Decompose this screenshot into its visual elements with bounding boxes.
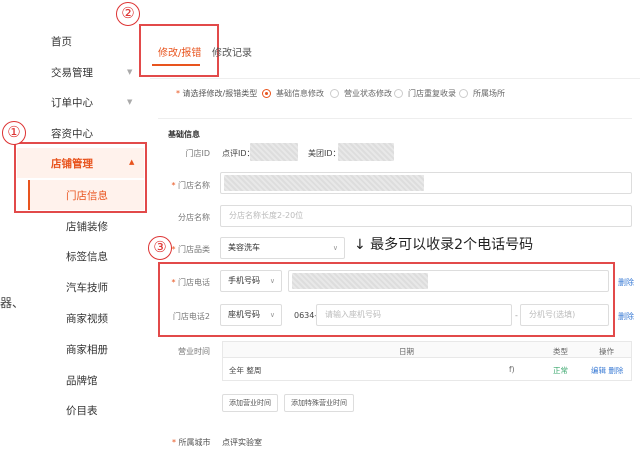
blurred-store-name <box>224 175 424 191</box>
radio-icon <box>330 89 339 98</box>
radio-duplicate-store[interactable]: 门店重复收录 <box>394 88 456 99</box>
ext-separator: - <box>515 311 518 320</box>
store-name-label: * 门店名称 <box>171 181 210 190</box>
annotation-note: ↓ 最多可以收录2个电话号码 <box>354 237 534 253</box>
sidebar-subitem-label: 店铺装修 <box>66 220 108 233</box>
sidebar-subitem-tags[interactable]: 标签信息 <box>0 242 150 270</box>
column-header-type: 类型 <box>553 347 568 356</box>
stray-text: 器、 <box>0 296 25 310</box>
table-row: 全年 整周 f) 正常 编辑 删除 <box>223 358 631 380</box>
radio-basic-info[interactable]: 基础信息修改 <box>262 88 324 99</box>
blurred-meituan-id <box>338 143 394 161</box>
hours-time: f) <box>509 365 515 374</box>
radio-icon <box>459 89 468 98</box>
phone-type-select[interactable]: 手机号码 ∨ <box>220 270 282 292</box>
category-label: * 门店品类 <box>171 245 210 254</box>
blurred-dianping-id <box>250 143 298 161</box>
annotation-box-1 <box>14 142 147 213</box>
sidebar-subitem-decoration[interactable]: 店铺装修 <box>0 212 150 240</box>
sidebar-item-home[interactable]: 首页 <box>0 27 150 55</box>
sidebar-subitem-label: 商家视频 <box>66 312 108 325</box>
add-special-hours-button[interactable]: 添加特殊营业时间 <box>284 394 354 412</box>
sidebar-subitem-prices[interactable]: 价目表 <box>0 396 150 424</box>
delete-phone-link[interactable]: 删除 <box>618 277 634 288</box>
category-value: 美容洗车 <box>228 243 260 252</box>
extension-input[interactable]: 分机号(选填) <box>520 304 609 326</box>
branch-name-label: 分店名称 <box>178 213 210 222</box>
sidebar-item-label: 交易管理 <box>51 66 93 79</box>
radio-label: 营业状态修改 <box>344 89 392 98</box>
hours-table-header: 日期 类型 操作 <box>223 342 631 358</box>
sidebar-subitem-label: 商家相册 <box>66 343 108 356</box>
sidebar-item-label: 订单中心 <box>51 96 93 109</box>
chevron-down-icon: ▼ <box>127 98 133 106</box>
add-hours-button[interactable]: 添加营业时间 <box>222 394 278 412</box>
landline-input[interactable]: 请输入座机号码 <box>316 304 512 326</box>
chevron-down-icon: ▼ <box>127 68 133 76</box>
chevron-down-icon: ∨ <box>332 244 338 252</box>
sidebar-item-orders[interactable]: 订单中心 ▼ <box>0 88 150 116</box>
sidebar-item-trade[interactable]: 交易管理 ▼ <box>0 58 150 86</box>
sidebar-subitem-label: 品牌馆 <box>66 374 98 387</box>
annotation-badge-2: ② <box>116 2 140 26</box>
sidebar: 首页 交易管理 ▼ 订单中心 ▼ 容资中心 店铺管理 ▲ 门店信息 店铺装修 标… <box>0 0 150 456</box>
tab-divider <box>150 78 640 79</box>
radio-venue[interactable]: 所属场所 <box>459 88 505 99</box>
tab-modify-history[interactable]: 修改记录 <box>212 44 252 59</box>
category-select[interactable]: 美容洗车 ∨ <box>220 237 345 259</box>
chevron-down-icon: ∨ <box>269 311 275 319</box>
sidebar-subitem-label: 标签信息 <box>66 250 108 263</box>
phone2-type-select[interactable]: 座机号码 ∨ <box>220 304 282 326</box>
hours-label: 营业时间 <box>178 347 210 356</box>
hours-type: 正常 <box>553 366 568 375</box>
sidebar-subitem-label: 价目表 <box>66 404 98 417</box>
radio-label: 门店重复收录 <box>408 89 456 98</box>
sidebar-subitem-albums[interactable]: 商家相册 <box>0 335 150 363</box>
phone-type-value: 手机号码 <box>228 276 260 285</box>
annotation-badge-1: ① <box>2 121 26 145</box>
radio-business-status[interactable]: 营业状态修改 <box>330 88 392 99</box>
section-title: 基础信息 <box>168 130 200 139</box>
city-value: 点评实验室 <box>222 438 262 447</box>
city-label: * 所属城市 <box>172 438 211 447</box>
sidebar-item-label: 首页 <box>51 35 72 48</box>
tab-modify-report[interactable]: 修改/报错 <box>158 44 201 59</box>
tab-active-indicator <box>152 64 200 66</box>
hours-table: 日期 类型 操作 全年 整周 f) 正常 编辑 删除 <box>222 341 632 381</box>
branch-name-input[interactable]: 分店名称长度2-20位 <box>220 205 632 227</box>
sidebar-item-label: 容资中心 <box>51 127 93 140</box>
hours-date: 全年 整周 <box>229 366 262 375</box>
phone2-label: 门店电话2 <box>172 312 210 321</box>
radio-label: 基础信息修改 <box>276 89 324 98</box>
phone2-type-value: 座机号码 <box>228 310 260 319</box>
sidebar-subitem-brand[interactable]: 品牌馆 <box>0 366 150 394</box>
sidebar-subitem-label: 汽车技师 <box>66 281 108 294</box>
column-header-date: 日期 <box>399 347 414 356</box>
column-header-ops: 操作 <box>599 347 614 356</box>
store-id-label: 门店ID <box>185 149 210 158</box>
hours-ops-links[interactable]: 编辑 删除 <box>591 365 623 376</box>
meituan-id-label: 美团ID： <box>308 149 341 158</box>
chevron-down-icon: ∨ <box>269 277 275 285</box>
radio-label: 所属场所 <box>473 89 505 98</box>
radio-icon <box>394 89 403 98</box>
area-code: 0634- <box>294 311 318 320</box>
delete-phone2-link[interactable]: 删除 <box>618 311 634 322</box>
modify-type-label: * 请选择修改/报错类型 <box>176 89 258 98</box>
section-divider <box>158 118 632 119</box>
phone-label: * 门店电话 <box>171 278 210 287</box>
blurred-phone <box>292 273 428 289</box>
radio-selected-icon <box>262 89 271 98</box>
